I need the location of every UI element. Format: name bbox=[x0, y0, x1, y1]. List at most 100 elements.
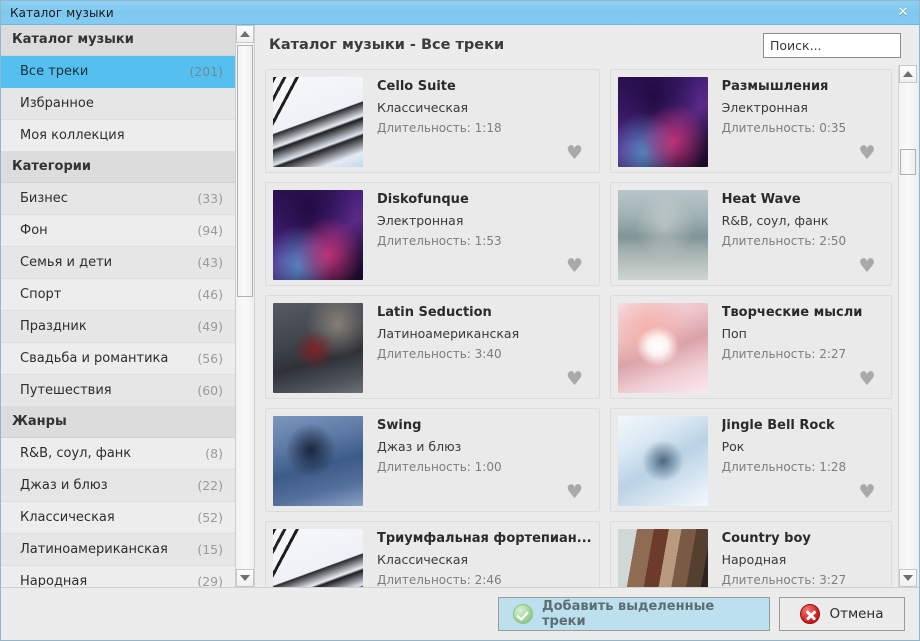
sidebar-item[interactable]: Фон (94) bbox=[1, 215, 235, 247]
sidebar-item-label: Латиноамериканская bbox=[20, 542, 168, 557]
track-card[interactable]: Cello Suite Классическая Длительность: 1:1… bbox=[265, 69, 600, 173]
track-genre: R&B, соул, фанк bbox=[721, 213, 829, 228]
sidebar-item-label: Семья и дети bbox=[20, 255, 113, 270]
track-card[interactable]: Swing Джаз и блюз Длительность: 1:00 ♥ bbox=[265, 408, 600, 512]
chevron-down-icon bbox=[903, 575, 913, 581]
sidebar-section-header: Жанры bbox=[1, 407, 235, 438]
track-duration: Длительность: 0:35 bbox=[721, 121, 847, 135]
sidebar-item[interactable]: Праздник (49) bbox=[1, 311, 235, 343]
tracks-scroll-track[interactable] bbox=[899, 83, 917, 569]
track-card[interactable]: Размышления Электронная Длительность: 0:35… bbox=[609, 69, 892, 173]
sidebar-section-header: Категории bbox=[1, 152, 235, 183]
sidebar-item[interactable]: Народная (29) bbox=[1, 566, 235, 587]
track-genre: Классическая bbox=[377, 552, 469, 567]
sidebar-item-count: (43) bbox=[197, 255, 223, 270]
tracks-scroll-up-button[interactable] bbox=[899, 65, 917, 83]
sidebar-scroll-up-button[interactable] bbox=[236, 25, 254, 43]
sidebar-item[interactable]: R&B, соул, фанк (8) bbox=[1, 438, 235, 470]
track-title: Swing bbox=[377, 418, 422, 433]
sidebar-item-count: (56) bbox=[197, 351, 223, 366]
track-thumbnail bbox=[273, 416, 363, 506]
tracks-scrollbar[interactable] bbox=[898, 65, 917, 587]
sidebar-scroll-thumb[interactable] bbox=[237, 45, 253, 297]
track-title: Размышления bbox=[721, 79, 829, 94]
track-thumbnail bbox=[617, 77, 708, 167]
heart-icon[interactable]: ♥ bbox=[857, 257, 877, 276]
heart-icon[interactable]: ♥ bbox=[565, 144, 585, 163]
sidebar-item[interactable]: Классическая (52) bbox=[1, 502, 235, 534]
tracks-scroll-thumb[interactable] bbox=[900, 149, 916, 175]
cancel-circle-icon bbox=[800, 604, 821, 624]
add-selected-tracks-button[interactable]: Добавить выделенные треки bbox=[498, 597, 770, 631]
track-duration: Длительность: 3:40 bbox=[377, 347, 502, 361]
title-bar: Каталог музыки ✕ bbox=[1, 1, 919, 25]
cancel-button[interactable]: Отмена bbox=[779, 597, 905, 631]
sidebar-item-label: Моя коллекция bbox=[20, 128, 125, 143]
page-title: Каталог музыки - Все треки bbox=[269, 37, 505, 53]
tracks-scroll-down-button[interactable] bbox=[899, 569, 917, 587]
track-thumbnail bbox=[273, 190, 363, 280]
sidebar-item[interactable]: Семья и дети (43) bbox=[1, 247, 235, 279]
track-card[interactable]: Country boyНароднаяДлительность: 3:27♥ bbox=[609, 521, 892, 587]
track-info: Cello Suite Классическая Длительность: 1:1… bbox=[363, 77, 592, 165]
add-selected-tracks-label: Добавить выделенные треки bbox=[542, 599, 715, 629]
heart-icon[interactable]: ♥ bbox=[565, 257, 585, 276]
heart-icon[interactable]: ♥ bbox=[857, 483, 877, 502]
sidebar-item[interactable]: Бизнес (33) bbox=[1, 183, 235, 215]
main-panel: Каталог музыки - Все треки Cello Suite Кл… bbox=[255, 25, 919, 587]
sidebar-item[interactable]: Джаз и блюз (22) bbox=[1, 470, 235, 502]
track-card[interactable]: Jingle Bell Rock Рок Длительность: 1:28 ♥ bbox=[609, 408, 892, 512]
track-thumbnail bbox=[273, 77, 363, 167]
track-title: Diskofunque bbox=[377, 192, 469, 207]
sidebar-item[interactable]: Избранное bbox=[1, 88, 235, 120]
close-icon[interactable]: ✕ bbox=[894, 4, 912, 22]
heart-icon[interactable]: ♥ bbox=[565, 370, 585, 389]
track-genre: Классическая bbox=[377, 100, 469, 115]
search-input[interactable] bbox=[763, 32, 901, 58]
sidebar-scroll-track[interactable] bbox=[236, 43, 254, 569]
tracks-region: Cello Suite Классическая Длительность: 1:1… bbox=[255, 65, 919, 587]
sidebar-item-label: Классическая bbox=[20, 510, 115, 525]
track-duration: Длительность: 1:18 bbox=[377, 121, 502, 135]
sidebar-scroll-down-button[interactable] bbox=[236, 569, 254, 587]
track-duration: Длительность: 1:28 bbox=[721, 460, 847, 474]
heart-icon[interactable]: ♥ bbox=[857, 144, 877, 163]
sidebar-item[interactable]: Путешествия (60) bbox=[1, 375, 235, 407]
sidebar-scrollbar[interactable] bbox=[235, 25, 254, 587]
track-card[interactable]: Latin Seduction Латиноамериканская Длитель… bbox=[265, 295, 600, 399]
sidebar-section-header: Каталог музыки bbox=[1, 25, 235, 56]
tracks-scroll-area: Cello Suite Классическая Длительность: 1:1… bbox=[261, 65, 898, 587]
sidebar-item-count: (8) bbox=[205, 446, 223, 461]
sidebar-item[interactable]: Латиноамериканская (15) bbox=[1, 534, 235, 566]
sidebar-item-count: (22) bbox=[197, 478, 223, 493]
track-card[interactable]: Heat Wave R&B, соул, фанк Длительность: 2:… bbox=[609, 182, 892, 286]
sidebar-item-label: Путешествия bbox=[20, 383, 112, 398]
main-header: Каталог музыки - Все треки bbox=[255, 25, 919, 65]
sidebar-item[interactable]: Свадьба и романтика (56) bbox=[1, 343, 235, 375]
sidebar-item[interactable]: Моя коллекция bbox=[1, 120, 235, 152]
track-title: Country boy bbox=[721, 531, 811, 546]
track-thumbnail bbox=[273, 303, 363, 393]
sidebar-item-count: (60) bbox=[197, 383, 223, 398]
sidebar-item-label: Избранное bbox=[20, 96, 94, 111]
sidebar-item-label: Бизнес bbox=[20, 191, 68, 206]
sidebar-item-count: (49) bbox=[197, 319, 223, 334]
track-duration: Длительность: 2:46 bbox=[377, 573, 502, 587]
sidebar-item-label: Фон bbox=[20, 223, 48, 238]
track-thumbnail bbox=[617, 529, 708, 587]
track-info: Latin Seduction Латиноамериканская Длитель… bbox=[363, 303, 592, 391]
track-info: Diskofunque Электронная Длительность: 1:53 bbox=[363, 190, 592, 278]
sidebar-item-count: (94) bbox=[197, 223, 223, 238]
heart-icon[interactable]: ♥ bbox=[565, 483, 585, 502]
track-card[interactable]: Diskofunque Электронная Длительность: 1:53… bbox=[265, 182, 600, 286]
sidebar-item-count: (29) bbox=[197, 574, 223, 587]
sidebar-item-label: Народная bbox=[20, 574, 88, 587]
sidebar-item[interactable]: Спорт (46) bbox=[1, 279, 235, 311]
track-card[interactable]: Творческие мысли Поп Длительность: 2:27 ♥ bbox=[609, 295, 892, 399]
track-card[interactable]: Триумфальная фортепиан... Классическая Дли… bbox=[265, 521, 600, 587]
sidebar: Каталог музыки Все треки (201) Избранное Моя… bbox=[1, 25, 255, 587]
track-duration: Длительность: 1:53 bbox=[377, 234, 502, 248]
heart-icon[interactable]: ♥ bbox=[857, 370, 877, 389]
sidebar-item[interactable]: Все треки (201) bbox=[1, 56, 235, 88]
track-info: Country boy Народная Длительность: 3:27 bbox=[708, 529, 884, 587]
